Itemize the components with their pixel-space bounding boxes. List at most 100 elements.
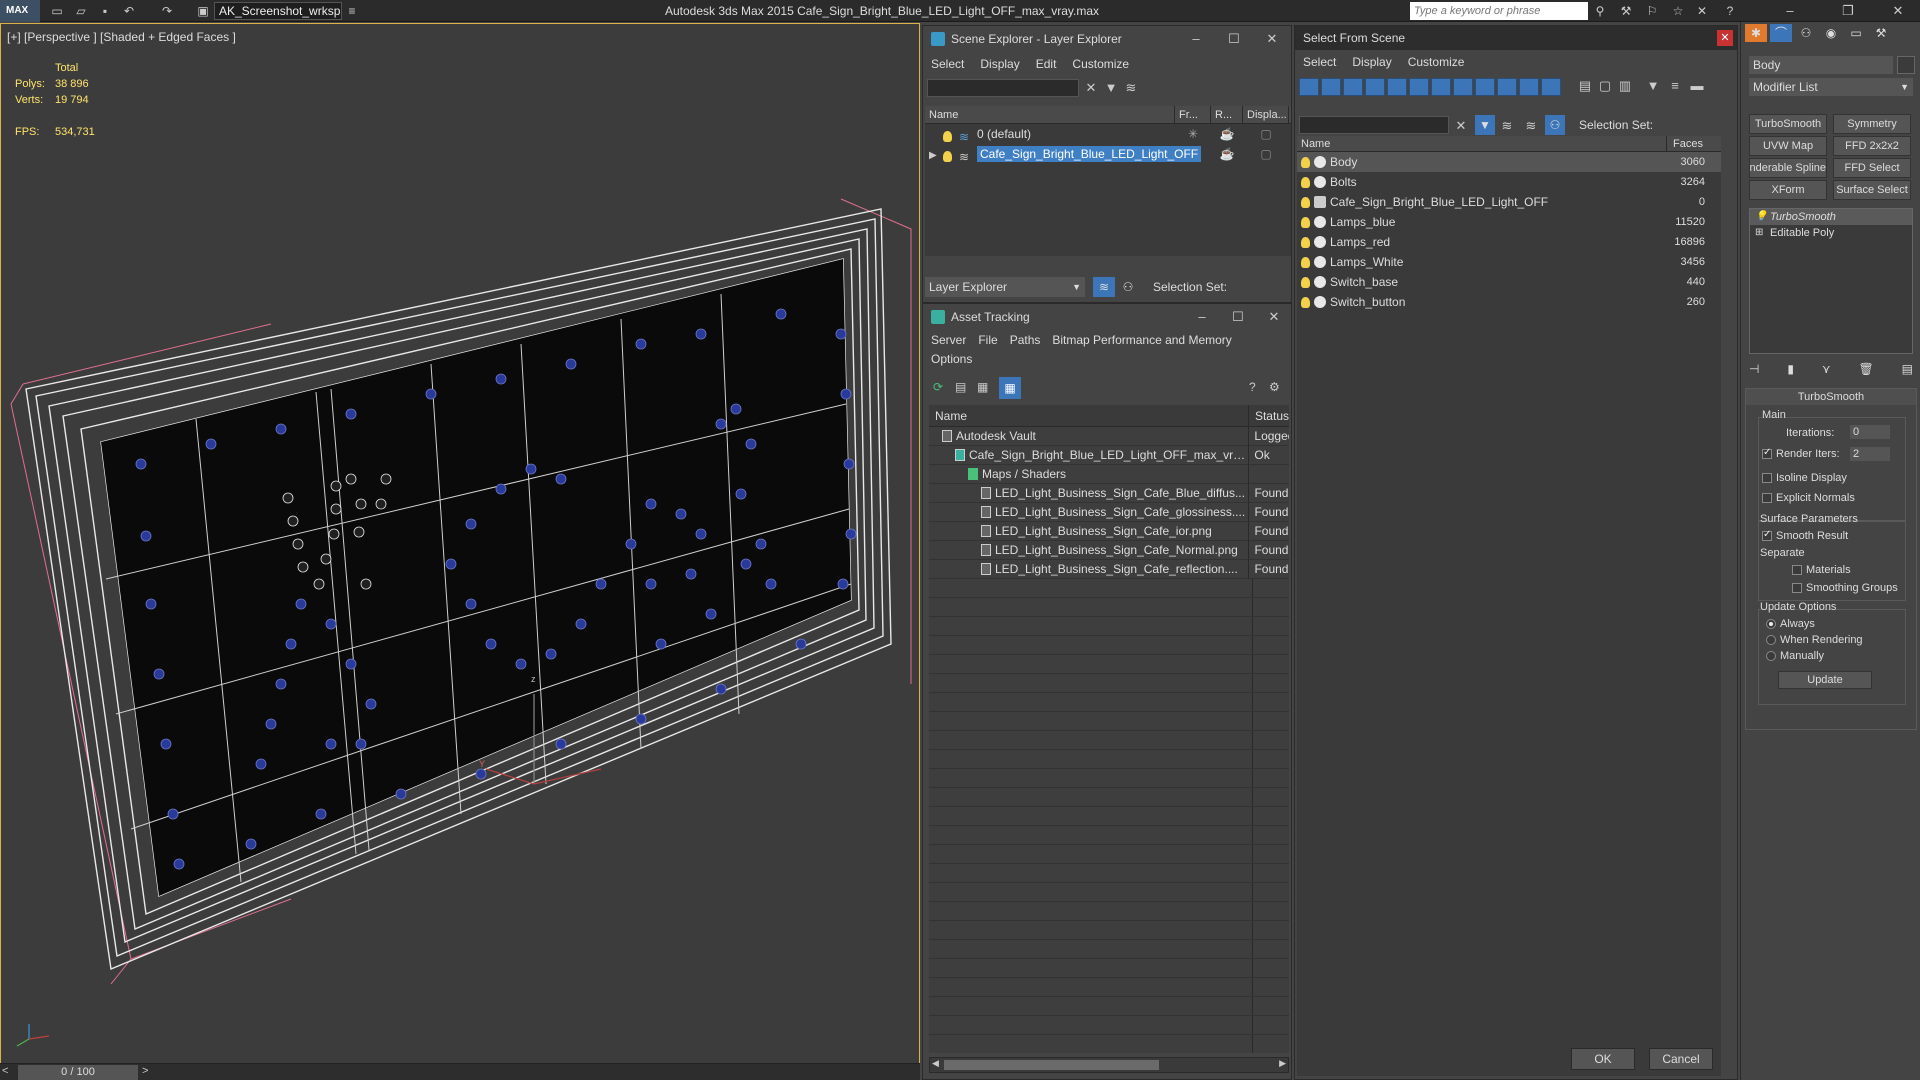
visibility-bulb-icon[interactable]: [943, 131, 952, 142]
symmetry-button[interactable]: Symmetry: [1833, 114, 1911, 134]
filter-active-icon[interactable]: ▼: [1475, 115, 1495, 135]
hierarchy-icon[interactable]: ⚇: [1117, 280, 1139, 294]
render-iters-spinner[interactable]: 2: [1850, 447, 1890, 461]
clear-search-icon[interactable]: ✕: [1083, 80, 1099, 96]
hierarchy-view-icon[interactable]: ⚇: [1545, 115, 1565, 135]
layer-add-icon[interactable]: ≋: [1123, 80, 1139, 96]
asset-row[interactable]: Maps / Shaders: [929, 464, 1289, 484]
select-search-input[interactable]: [1299, 116, 1449, 134]
column-freeze[interactable]: Fr...: [1175, 106, 1211, 123]
clear-search-icon[interactable]: ✕: [1453, 118, 1469, 134]
visibility-bulb-icon[interactable]: [1301, 196, 1310, 208]
layer-row[interactable]: ▶≋Cafe_Sign_Bright_Blue_LED_Light_OFF ✳ …: [925, 144, 1291, 164]
scroll-right-icon[interactable]: ▶: [1279, 1058, 1286, 1069]
filter-icon[interactable]: ▼: [1103, 80, 1119, 96]
configure-sets-icon[interactable]: ▤: [1902, 362, 1913, 380]
uvw-map-button[interactable]: UVW Map: [1749, 136, 1827, 156]
cancel-button[interactable]: Cancel: [1649, 1048, 1713, 1070]
close-icon[interactable]: ✕: [1878, 0, 1918, 22]
scrollbar-thumb[interactable]: [944, 1060, 1159, 1070]
asset-row[interactable]: LED_Light_Business_Sign_Cafe_glossiness.…: [929, 502, 1289, 522]
ffd-select-button[interactable]: FFD Select: [1833, 158, 1911, 178]
help-icon[interactable]: ?: [1722, 4, 1738, 18]
visibility-bulb-icon[interactable]: [1301, 176, 1310, 188]
update-button[interactable]: Update: [1778, 671, 1872, 689]
maximize-icon[interactable]: ☐: [1217, 26, 1251, 52]
scene-explorer-title-bar[interactable]: Scene Explorer - Layer Explorer – ☐ ✕: [923, 26, 1291, 52]
render-teapot-icon[interactable]: ☕: [1211, 147, 1243, 161]
scroll-left-icon[interactable]: ◀: [932, 1058, 939, 1069]
sort-layer-icon[interactable]: ≋: [1523, 118, 1539, 134]
display-lights-icon[interactable]: [1343, 78, 1363, 96]
menu-server[interactable]: Server: [931, 333, 966, 347]
stack-item-editable-poly[interactable]: ⊞ Editable Poly: [1750, 225, 1912, 241]
render-teapot-icon[interactable]: ☕: [1211, 127, 1243, 141]
hierarchy-tab-icon[interactable]: ⚇: [1795, 24, 1817, 42]
hierarchy-filter-icon[interactable]: ≡: [1667, 78, 1683, 94]
menu-display[interactable]: Display: [1352, 55, 1391, 69]
sort-by-layer-icon[interactable]: ≋: [1093, 277, 1115, 297]
communication-icon[interactable]: ⚐: [1644, 4, 1660, 18]
display-helpers-icon[interactable]: [1387, 78, 1407, 96]
table-view-icon[interactable]: ▦: [999, 377, 1021, 399]
asset-row[interactable]: LED_Light_Business_Sign_Cafe_ior.png Foun…: [929, 521, 1289, 541]
column-render[interactable]: R...: [1211, 106, 1243, 123]
visibility-bulb-icon[interactable]: [1301, 156, 1310, 168]
column-faces[interactable]: Faces: [1667, 136, 1703, 151]
pin-stack-icon[interactable]: ⊣: [1749, 362, 1759, 380]
list-view-icon[interactable]: ▤: [955, 380, 966, 394]
when-rendering-radio[interactable]: [1766, 635, 1776, 645]
maximize-icon[interactable]: ☐: [1221, 304, 1255, 330]
menu-bitmap-performance[interactable]: Bitmap Performance and Memory: [1052, 333, 1231, 347]
layer-row[interactable]: ≋ 0 (default) ✳ ☕ ▢: [925, 124, 1291, 144]
display-box-icon[interactable]: ▢: [1243, 127, 1289, 141]
render-iters-checkbox[interactable]: [1762, 447, 1772, 459]
horizontal-scrollbar[interactable]: ◀ ▶: [929, 1057, 1289, 1073]
visibility-bulb-icon[interactable]: [943, 151, 952, 162]
menu-options[interactable]: Options: [931, 352, 972, 366]
collapse-icon[interactable]: ▬: [1689, 78, 1705, 94]
refresh-icon[interactable]: ⟳: [933, 380, 943, 394]
display-groups-icon[interactable]: [1431, 78, 1451, 96]
turbosmooth-button[interactable]: TurboSmooth: [1749, 114, 1827, 134]
restore-icon[interactable]: ❐: [1828, 0, 1868, 22]
exchange-icon[interactable]: ✕: [1694, 4, 1710, 18]
visibility-bulb-icon[interactable]: [1301, 276, 1310, 288]
app-logo[interactable]: MAX: [0, 0, 40, 22]
object-row[interactable]: Body 3060: [1297, 152, 1721, 172]
binoculars-icon[interactable]: ⚲: [1592, 4, 1608, 18]
menu-paths[interactable]: Paths: [1010, 333, 1041, 347]
asset-tracking-title-bar[interactable]: Asset Tracking – ☐ ✕: [923, 304, 1291, 330]
menu-select[interactable]: Select: [1303, 55, 1336, 69]
redo-icon[interactable]: ↷: [160, 4, 174, 18]
materials-checkbox[interactable]: [1792, 565, 1802, 575]
isoline-display-checkbox[interactable]: [1762, 473, 1772, 483]
close-icon[interactable]: ✕: [1257, 304, 1291, 330]
thumbnail-view-icon[interactable]: ▦: [977, 380, 988, 394]
asset-row[interactable]: LED_Light_Business_Sign_Cafe_Blue_diffus…: [929, 483, 1289, 503]
select-from-scene-title-bar[interactable]: Select From Scene ✕: [1295, 26, 1737, 50]
always-radio[interactable]: [1766, 619, 1776, 629]
display-bones-icon[interactable]: [1475, 78, 1495, 96]
select-all-icon[interactable]: ▤: [1577, 78, 1593, 94]
object-color-swatch[interactable]: [1897, 56, 1915, 74]
object-name-field[interactable]: Body: [1749, 56, 1893, 74]
display-tab-icon[interactable]: ▭: [1845, 24, 1867, 42]
ok-button[interactable]: OK: [1571, 1048, 1635, 1070]
asset-row[interactable]: Cafe_Sign_Bright_Blue_LED_Light_OFF_max_…: [929, 445, 1289, 465]
iterations-spinner[interactable]: 0: [1850, 425, 1890, 439]
asset-row[interactable]: Autodesk Vault Logged: [929, 426, 1289, 446]
menu-customize[interactable]: Customize: [1072, 57, 1129, 71]
layer-filter-icon[interactable]: ≋: [1499, 118, 1515, 134]
display-geometry-icon[interactable]: [1299, 78, 1319, 96]
menu-file[interactable]: File: [978, 333, 997, 347]
manually-radio[interactable]: [1766, 651, 1776, 661]
modifier-list-dropdown[interactable]: Modifier List ▼: [1749, 78, 1913, 96]
modify-tab-icon[interactable]: ⌒: [1770, 24, 1792, 42]
expand-arrow-icon[interactable]: ▶: [929, 150, 937, 161]
column-status[interactable]: Status: [1249, 405, 1289, 426]
select-invert-icon[interactable]: ▥: [1617, 78, 1633, 94]
object-row[interactable]: Bolts 3264: [1297, 172, 1721, 192]
previous-frame-button[interactable]: <: [2, 1065, 16, 1079]
select-none-icon[interactable]: ▢: [1597, 78, 1613, 94]
